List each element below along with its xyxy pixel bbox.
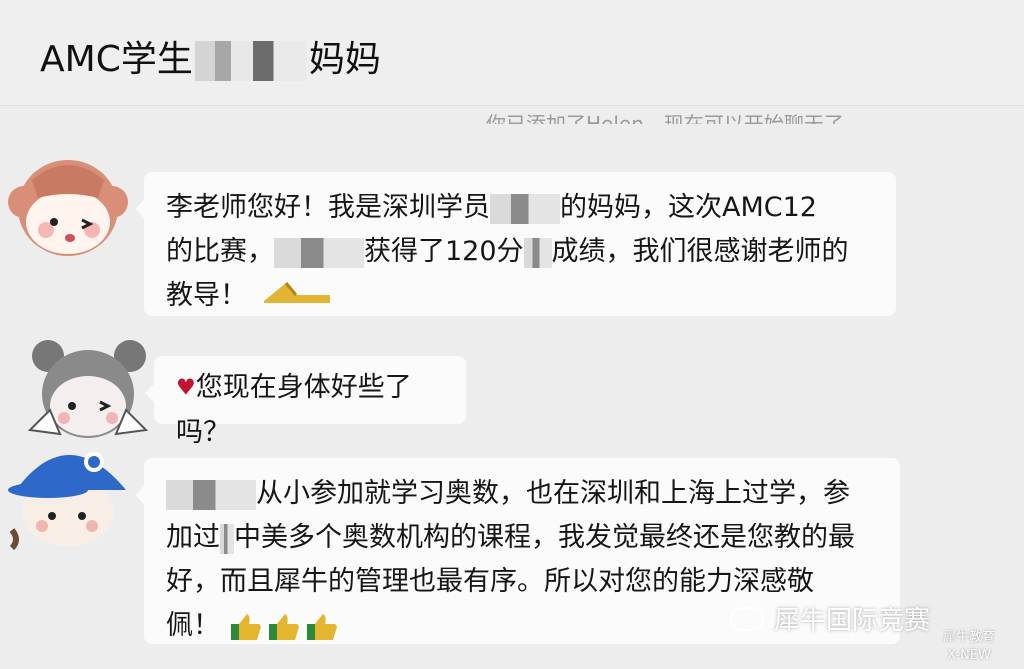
- redacted-text: [166, 479, 256, 510]
- message-text: 您现在身体好些了吗？: [176, 372, 412, 448]
- avatar-boy-cap-icon: [8, 452, 126, 551]
- thumbs-up-icon: [267, 612, 301, 642]
- message-bubble[interactable]: 李老师您好！我是深圳学员 的妈妈，这次AMC12 的比赛， 获得了120分 成绩，我们…: [135, 172, 896, 319]
- avatar[interactable]: [18, 330, 158, 450]
- chat-header: AMC学生 妈妈: [0, 0, 1024, 106]
- system-notice: 你已添加了Helen，现在可以开始聊天了。: [486, 112, 864, 136]
- thumbs-up-icon: [229, 612, 263, 642]
- bread-emoji-icon: [256, 275, 336, 319]
- avatar[interactable]: [2, 150, 132, 260]
- message-text: 李老师您好！我是深圳学员 的妈妈，这次AMC12 的比赛， 获得了120分 成绩，我们…: [166, 186, 874, 319]
- redacted-text: [523, 237, 552, 268]
- avatar-girl-icon: [27, 340, 149, 438]
- redacted-text: [220, 523, 234, 554]
- redacted-name: [194, 41, 307, 81]
- redacted-text: [274, 237, 364, 268]
- watermark: 犀牛国际竞赛: [729, 600, 930, 637]
- message-bubble[interactable]: ♥您现在身体好些了吗？: [145, 356, 466, 448]
- chat-title: AMC学生 妈妈: [40, 39, 381, 81]
- thumbs-up-icon: [305, 612, 339, 642]
- avatar[interactable]: [2, 434, 138, 551]
- heart-icon: ♥: [176, 375, 196, 401]
- wechat-icon: [729, 606, 764, 631]
- rhino-logo: 犀牛教育 X-NEW: [942, 630, 995, 663]
- redacted-text: [490, 193, 560, 224]
- avatar-girl-icon: [8, 160, 128, 256]
